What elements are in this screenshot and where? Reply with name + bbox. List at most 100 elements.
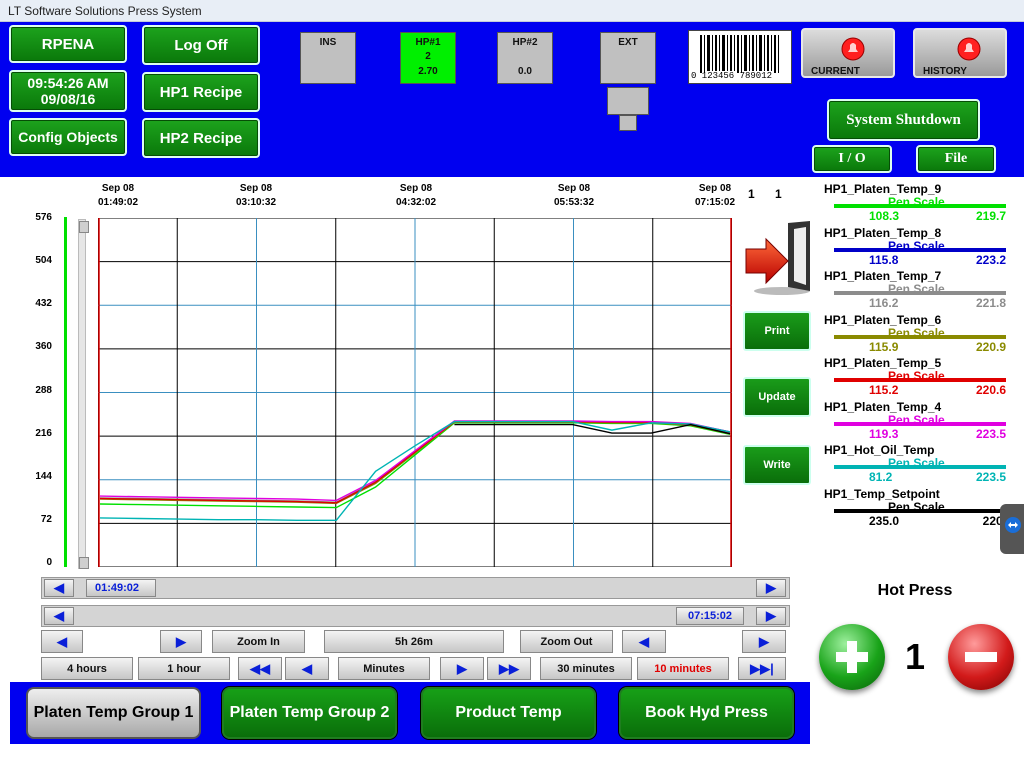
y-tick-label: 216	[35, 427, 52, 439]
fast-back-button[interactable]: ◀◀	[238, 657, 282, 680]
time-tick-date: Sep 08	[101, 183, 135, 194]
io-button[interactable]: I / O	[812, 145, 892, 173]
tab-book-hyd-press[interactable]: Book Hyd Press	[619, 687, 794, 739]
fast-forward-button[interactable]: ▶▶	[487, 657, 531, 680]
zoom-left-button[interactable]: ◀	[622, 630, 666, 653]
status-box-line3: 0.0	[518, 66, 532, 77]
pen-legend-item[interactable]: HP1_Platen_Temp_4 Pen Scale 119.3 223.5	[822, 400, 1006, 444]
hp2-recipe-button[interactable]: HP2 Recipe	[142, 118, 260, 158]
pen-legend-item[interactable]: HP1_Hot_Oil_Temp Pen Scale 81.2 223.5	[822, 443, 1006, 487]
hp1-recipe-button[interactable]: HP1 Recipe	[142, 72, 260, 112]
hp2-recipe-label: HP2 Recipe	[159, 129, 243, 147]
pen-scale-low: 108.3	[869, 209, 900, 223]
jump-to-end-button[interactable]: ▶▶|	[738, 657, 786, 680]
hot-press-value: 1	[904, 636, 926, 677]
history-alarms-label: HISTORY	[923, 66, 967, 77]
scroll-right-button[interactable]: ▶	[160, 630, 202, 653]
current-alarms-button[interactable]: CURRENT	[801, 28, 895, 78]
start-scroll-right-button[interactable]: ▶	[756, 579, 786, 597]
write-button[interactable]: Write	[743, 445, 811, 485]
status-box-title: EXT	[618, 37, 638, 48]
pen-legend-item[interactable]: HP1_Temp_Setpoint Pen Scale 235.0 220.	[822, 487, 1006, 531]
increment-button[interactable]	[819, 624, 885, 690]
time-tick-label: Sep 08 01:49:02	[83, 182, 153, 210]
tab-label: Platen Temp Group 1	[33, 704, 194, 721]
zoom-out-button[interactable]: Zoom Out	[520, 630, 613, 653]
start-time-thumb[interactable]: 01:49:02	[86, 579, 156, 597]
trend-plot[interactable]	[98, 218, 732, 567]
exit-button[interactable]	[744, 219, 814, 295]
y-tick-label: 432	[35, 298, 52, 310]
y-scroll-thumb-top[interactable]	[79, 221, 89, 233]
ten-minutes-button[interactable]: 10 minutes	[637, 657, 729, 680]
system-shutdown-label: System Shutdown	[846, 111, 961, 128]
four-hours-button[interactable]: 4 hours	[41, 657, 133, 680]
time-tick-time: 04:32:02	[395, 197, 437, 208]
update-button[interactable]: Update	[743, 377, 811, 417]
pen-scale-high: 223.2	[975, 252, 1006, 267]
y-scroll-thumb-bottom[interactable]	[79, 557, 89, 569]
start-scroll-left-button[interactable]: ◀	[44, 579, 74, 597]
start-time-label: 01:49:02	[95, 582, 140, 594]
time-tick-time: 03:10:32	[235, 197, 277, 208]
zoom-in-button[interactable]: Zoom In	[212, 630, 305, 653]
pen-legend-item[interactable]: HP1_Platen_Temp_6 Pen Scale 115.9 220.9	[822, 313, 1006, 357]
thirty-minutes-button[interactable]: 30 minutes	[540, 657, 632, 680]
end-time-thumb[interactable]: 07:15:02	[676, 607, 744, 625]
page-indicator-2: 1	[775, 187, 782, 201]
step-forward-button[interactable]: ▶	[440, 657, 484, 680]
minutes-button[interactable]: Minutes	[338, 657, 430, 680]
end-scroll-left-button[interactable]: ◀	[44, 607, 74, 625]
tab-platen-temp-group-1[interactable]: Platen Temp Group 1	[26, 687, 201, 739]
y-scroll-track[interactable]	[78, 219, 86, 569]
pen-legend-item[interactable]: HP1_Platen_Temp_7 Pen Scale 116.2 221.8	[822, 269, 1006, 313]
tab-product-temp[interactable]: Product Temp	[421, 687, 596, 739]
tab-label: Platen Temp Group 2	[229, 704, 390, 721]
pen-scale-low: 115.9	[869, 339, 899, 354]
one-hour-button[interactable]: 1 hour	[138, 657, 230, 680]
alarm-bell-icon	[841, 37, 865, 61]
update-label: Update	[758, 391, 796, 403]
pen-scale-high: 221.8	[975, 296, 1006, 310]
zoom-right-button[interactable]: ▶	[742, 630, 786, 653]
pen-color-swatch	[834, 291, 1006, 295]
system-shutdown-button[interactable]: System Shutdown	[827, 99, 980, 141]
y-tick-label: 144	[35, 470, 52, 482]
scroll-left-button[interactable]: ◀	[41, 630, 83, 653]
pen-legend-item[interactable]: HP1_Platen_Temp_5 Pen Scale 115.2 220.6	[822, 356, 1006, 400]
pen-legend-item[interactable]: HP1_Platen_Temp_8 Pen Scale 115.8 223.2	[822, 226, 1006, 270]
barcode-button[interactable]: 0 123456 789012	[688, 30, 792, 84]
date-label: 09/08/16	[40, 91, 96, 107]
history-alarms-button[interactable]: HISTORY	[913, 28, 1007, 78]
file-button[interactable]: File	[916, 145, 996, 173]
status-box-line2: 2	[425, 51, 431, 62]
pen-legend-item[interactable]: HP1_Platen_Temp_9 Pen Scale 108.3 219.7	[822, 182, 1006, 226]
ext-indicator	[607, 87, 649, 115]
zoom-out-label: Zoom Out	[540, 635, 593, 648]
hot-press-title: Hot Press	[877, 582, 953, 599]
arrow-left-icon: ◀	[54, 608, 64, 623]
arrow-right-icon: ▶	[457, 660, 467, 676]
user-button[interactable]: RPENA	[9, 25, 127, 63]
log-off-label: Log Off	[174, 36, 228, 54]
arrow-right-icon: ▶	[176, 633, 186, 649]
pen-scale-high: 219.7	[975, 209, 1006, 223]
step-back-button[interactable]: ◀	[285, 657, 329, 680]
log-off-button[interactable]: Log Off	[142, 25, 260, 65]
decrement-button[interactable]	[948, 624, 1014, 690]
double-arrow-right-icon: ▶▶	[499, 660, 519, 676]
user-label: RPENA	[41, 35, 95, 53]
pen-color-swatch	[834, 465, 1006, 469]
print-button[interactable]: Print	[743, 311, 811, 351]
pen-scale-low: 115.2	[869, 383, 899, 397]
end-scroll-right-button[interactable]: ▶	[756, 607, 786, 625]
pen-scale-low: 235.0	[869, 513, 900, 528]
one-hour-label: 1 hour	[167, 662, 201, 675]
tab-platen-temp-group-2[interactable]: Platen Temp Group 2	[222, 687, 397, 739]
hp1-recipe-label: HP1 Recipe	[159, 83, 243, 101]
pen-color-swatch	[834, 204, 1006, 208]
io-label: I / O	[838, 151, 866, 166]
config-objects-button[interactable]: Config Objects	[9, 118, 127, 156]
time-tick-date: Sep 08	[239, 183, 273, 194]
side-panel-tab[interactable]	[1000, 504, 1024, 554]
